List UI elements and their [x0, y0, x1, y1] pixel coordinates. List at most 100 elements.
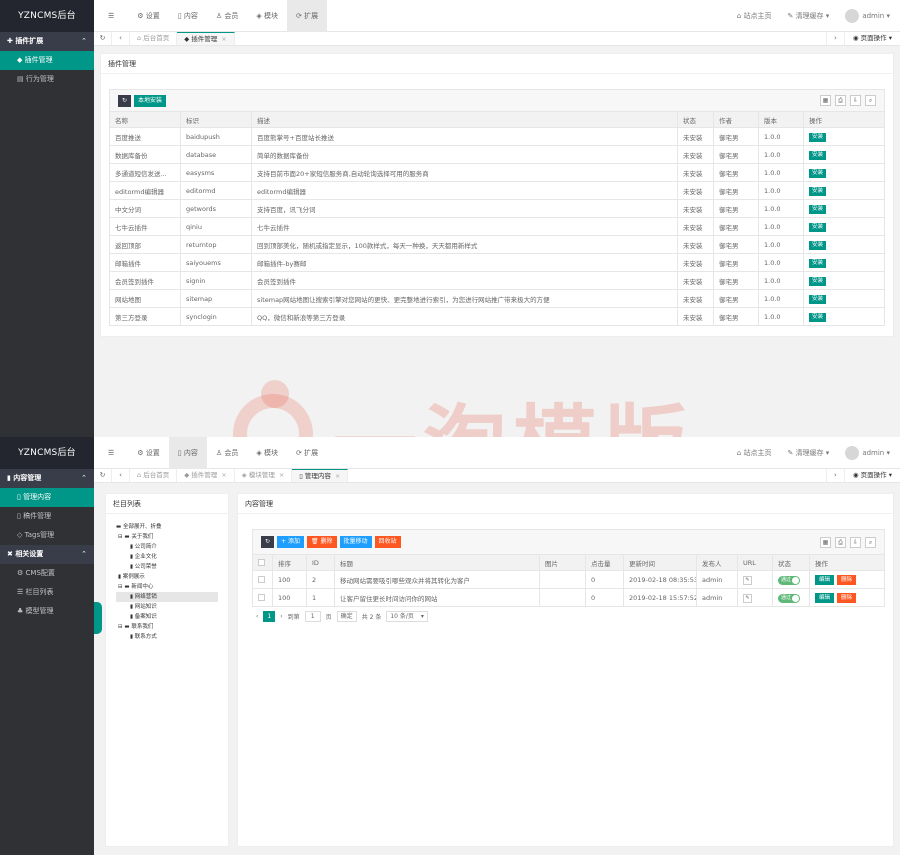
page-operations-menu[interactable]: ◉ 页面操作 ▾ [843, 32, 900, 45]
sidebar-item-cms-config[interactable]: ⚙ CMS配置 [0, 564, 94, 583]
sidebar-item-model-manage[interactable]: ♣ 模型管理 [0, 602, 94, 621]
export-icon[interactable]: ⇩ [850, 537, 861, 548]
chevron-left-icon[interactable]: ‹ [256, 613, 258, 620]
nav-extensions[interactable]: ⟳ 扩展 [287, 437, 327, 469]
local-install-button[interactable]: 本地安装 [134, 94, 167, 107]
install-button[interactable]: 安装 [809, 312, 827, 322]
columns-icon[interactable]: ▦ [820, 537, 831, 548]
user-menu[interactable]: admin ▾ [845, 9, 890, 23]
chevron-right-icon[interactable]: › [280, 613, 282, 620]
tab-plugin-manage[interactable]: ◆ 插件管理 × [177, 32, 235, 45]
refresh-button[interactable]: ↻ [261, 536, 275, 548]
install-button[interactable]: 安装 [809, 276, 827, 286]
recycle-bin-button[interactable]: 回收站 [374, 536, 401, 548]
sidebar-item-manage-content[interactable]: ▯ 管理内容 [0, 488, 94, 507]
tab-home[interactable]: ⌂ 后台首页 [130, 469, 178, 482]
edit-button[interactable]: 编辑 [815, 592, 835, 603]
chevron-right-icon[interactable]: › [825, 469, 844, 482]
chevron-left-icon[interactable]: ‹ [112, 32, 130, 45]
sidebar-collapse-handle[interactable] [94, 602, 102, 634]
site-home-link[interactable]: ⌂ 站点主页 [737, 448, 772, 458]
clear-cache-menu[interactable]: ✎ 清理缓存 ▾ [787, 448, 829, 458]
chevron-right-icon[interactable]: › [825, 32, 844, 45]
page-current[interactable]: 1 [263, 610, 276, 622]
nav-content[interactable]: ▯ 内容 [169, 0, 207, 32]
refresh-icon[interactable]: ↻ [94, 469, 112, 482]
tree-node[interactable]: ⊟ ▬ 新闻中心 [116, 582, 218, 592]
clear-cache-menu[interactable]: ✎ 清理缓存 ▾ [787, 11, 829, 21]
sidebar-group-settings[interactable]: ✖ 相关设置 ⌃ [0, 545, 94, 564]
edit-button[interactable]: 编辑 [815, 574, 835, 585]
install-button[interactable]: 安装 [809, 132, 827, 142]
sidebar-item-drafts[interactable]: ▯ 稿件管理 [0, 507, 94, 526]
close-icon[interactable]: × [221, 471, 226, 479]
install-button[interactable]: 安装 [809, 204, 827, 214]
status-toggle[interactable]: 通过 [778, 593, 800, 603]
tree-expand-all[interactable]: ▬ 全部展开、折叠 [116, 522, 218, 532]
nav-modules[interactable]: ◈ 模块 [247, 437, 287, 469]
delete-button[interactable]: 删除 [837, 592, 857, 603]
select-all-checkbox[interactable] [258, 559, 265, 566]
sidebar-group-content[interactable]: ▮ 内容管理 ⌃ [0, 469, 94, 488]
tree-node[interactable]: ▮ 案例展示 [116, 572, 218, 582]
tree-node[interactable]: ▮ 联系方式 [116, 632, 218, 642]
add-button[interactable]: + 添加 [277, 536, 304, 548]
batch-move-button[interactable]: 批量移动 [339, 536, 372, 548]
close-icon[interactable]: × [279, 471, 284, 479]
tree-node[interactable]: ⊟ ▬ 联系我们 [116, 622, 218, 632]
tree-node[interactable]: ⊟ ▬ 关于我们 [116, 532, 218, 542]
print-icon[interactable]: ⎙ [835, 537, 846, 548]
row-checkbox[interactable] [258, 576, 265, 583]
nav-members[interactable]: ♙ 会员 [207, 437, 248, 469]
tree-node[interactable]: ▮ 企业文化 [116, 552, 218, 562]
tab-module-manage[interactable]: ◈ 模块管理 × [235, 469, 293, 482]
nav-modules[interactable]: ◈ 模块 [247, 0, 287, 32]
sidebar-item-category-list[interactable]: ☰ 栏目列表 [0, 583, 94, 602]
install-button[interactable]: 安装 [809, 258, 827, 268]
tree-node[interactable]: ▮ 公司简介 [116, 542, 218, 552]
print-icon[interactable]: ⎙ [835, 95, 846, 106]
tab-plugin-manage[interactable]: ◆ 插件管理 × [177, 469, 235, 482]
install-button[interactable]: 安装 [809, 168, 827, 178]
nav-settings[interactable]: ⚙ 设置 [128, 437, 169, 469]
install-button[interactable]: 安装 [809, 240, 827, 250]
install-button[interactable]: 安装 [809, 186, 827, 196]
sidebar-item-tags[interactable]: ◇ Tags管理 [0, 526, 94, 545]
refresh-button[interactable]: ↻ [118, 94, 132, 107]
tree-node[interactable]: ▮ 网站知识 [116, 602, 218, 612]
sidebar-item-plugin-manage[interactable]: ◆ 插件管理 [0, 51, 94, 70]
menu-toggle-icon[interactable]: ☰ [94, 0, 128, 32]
search-icon[interactable]: ⌕ [865, 537, 876, 548]
sidebar-group-plugin-ext[interactable]: ✚ 插件扩展 ⌃ [0, 32, 94, 51]
export-icon[interactable]: ⇩ [850, 95, 861, 106]
tab-home[interactable]: ⌂ 后台首页 [130, 32, 178, 45]
delete-button[interactable]: 🗑 删除 [306, 536, 337, 548]
menu-toggle-icon[interactable]: ☰ [94, 437, 128, 469]
tree-node-selected[interactable]: ▮ 网络营销 [116, 592, 218, 602]
link-icon[interactable]: ✎ [743, 575, 752, 585]
page-confirm-button[interactable]: 确定 [336, 610, 357, 622]
nav-settings[interactable]: ⚙ 设置 [128, 0, 169, 32]
refresh-icon[interactable]: ↻ [94, 32, 112, 45]
row-checkbox[interactable] [258, 594, 265, 601]
install-button[interactable]: 安装 [809, 150, 827, 160]
site-home-link[interactable]: ⌂ 站点主页 [737, 11, 772, 21]
page-operations-menu[interactable]: ◉ 页面操作 ▾ [843, 469, 900, 482]
tab-manage-content[interactable]: ▯ 管理内容 × [292, 469, 349, 482]
page-input[interactable]: 1 [304, 610, 321, 622]
search-icon[interactable]: ⌕ [865, 95, 876, 106]
nav-extensions[interactable]: ⟳ 扩展 [287, 0, 328, 32]
delete-button[interactable]: 删除 [837, 574, 857, 585]
chevron-left-icon[interactable]: ‹ [112, 469, 130, 482]
install-button[interactable]: 安装 [809, 222, 827, 232]
link-icon[interactable]: ✎ [743, 593, 752, 603]
close-icon[interactable]: × [221, 35, 226, 43]
close-icon[interactable]: × [335, 472, 340, 480]
install-button[interactable]: 安装 [809, 294, 827, 304]
tree-node[interactable]: ▮ 备案知识 [116, 612, 218, 622]
sidebar-item-behavior-manage[interactable]: ▤ 行为管理 [0, 70, 94, 89]
nav-members[interactable]: ♙ 会员 [207, 0, 248, 32]
nav-content[interactable]: ▯ 内容 [168, 437, 207, 469]
per-page-select[interactable]: 10 条/页 ▾ [386, 610, 428, 622]
columns-icon[interactable]: ▦ [820, 95, 831, 106]
